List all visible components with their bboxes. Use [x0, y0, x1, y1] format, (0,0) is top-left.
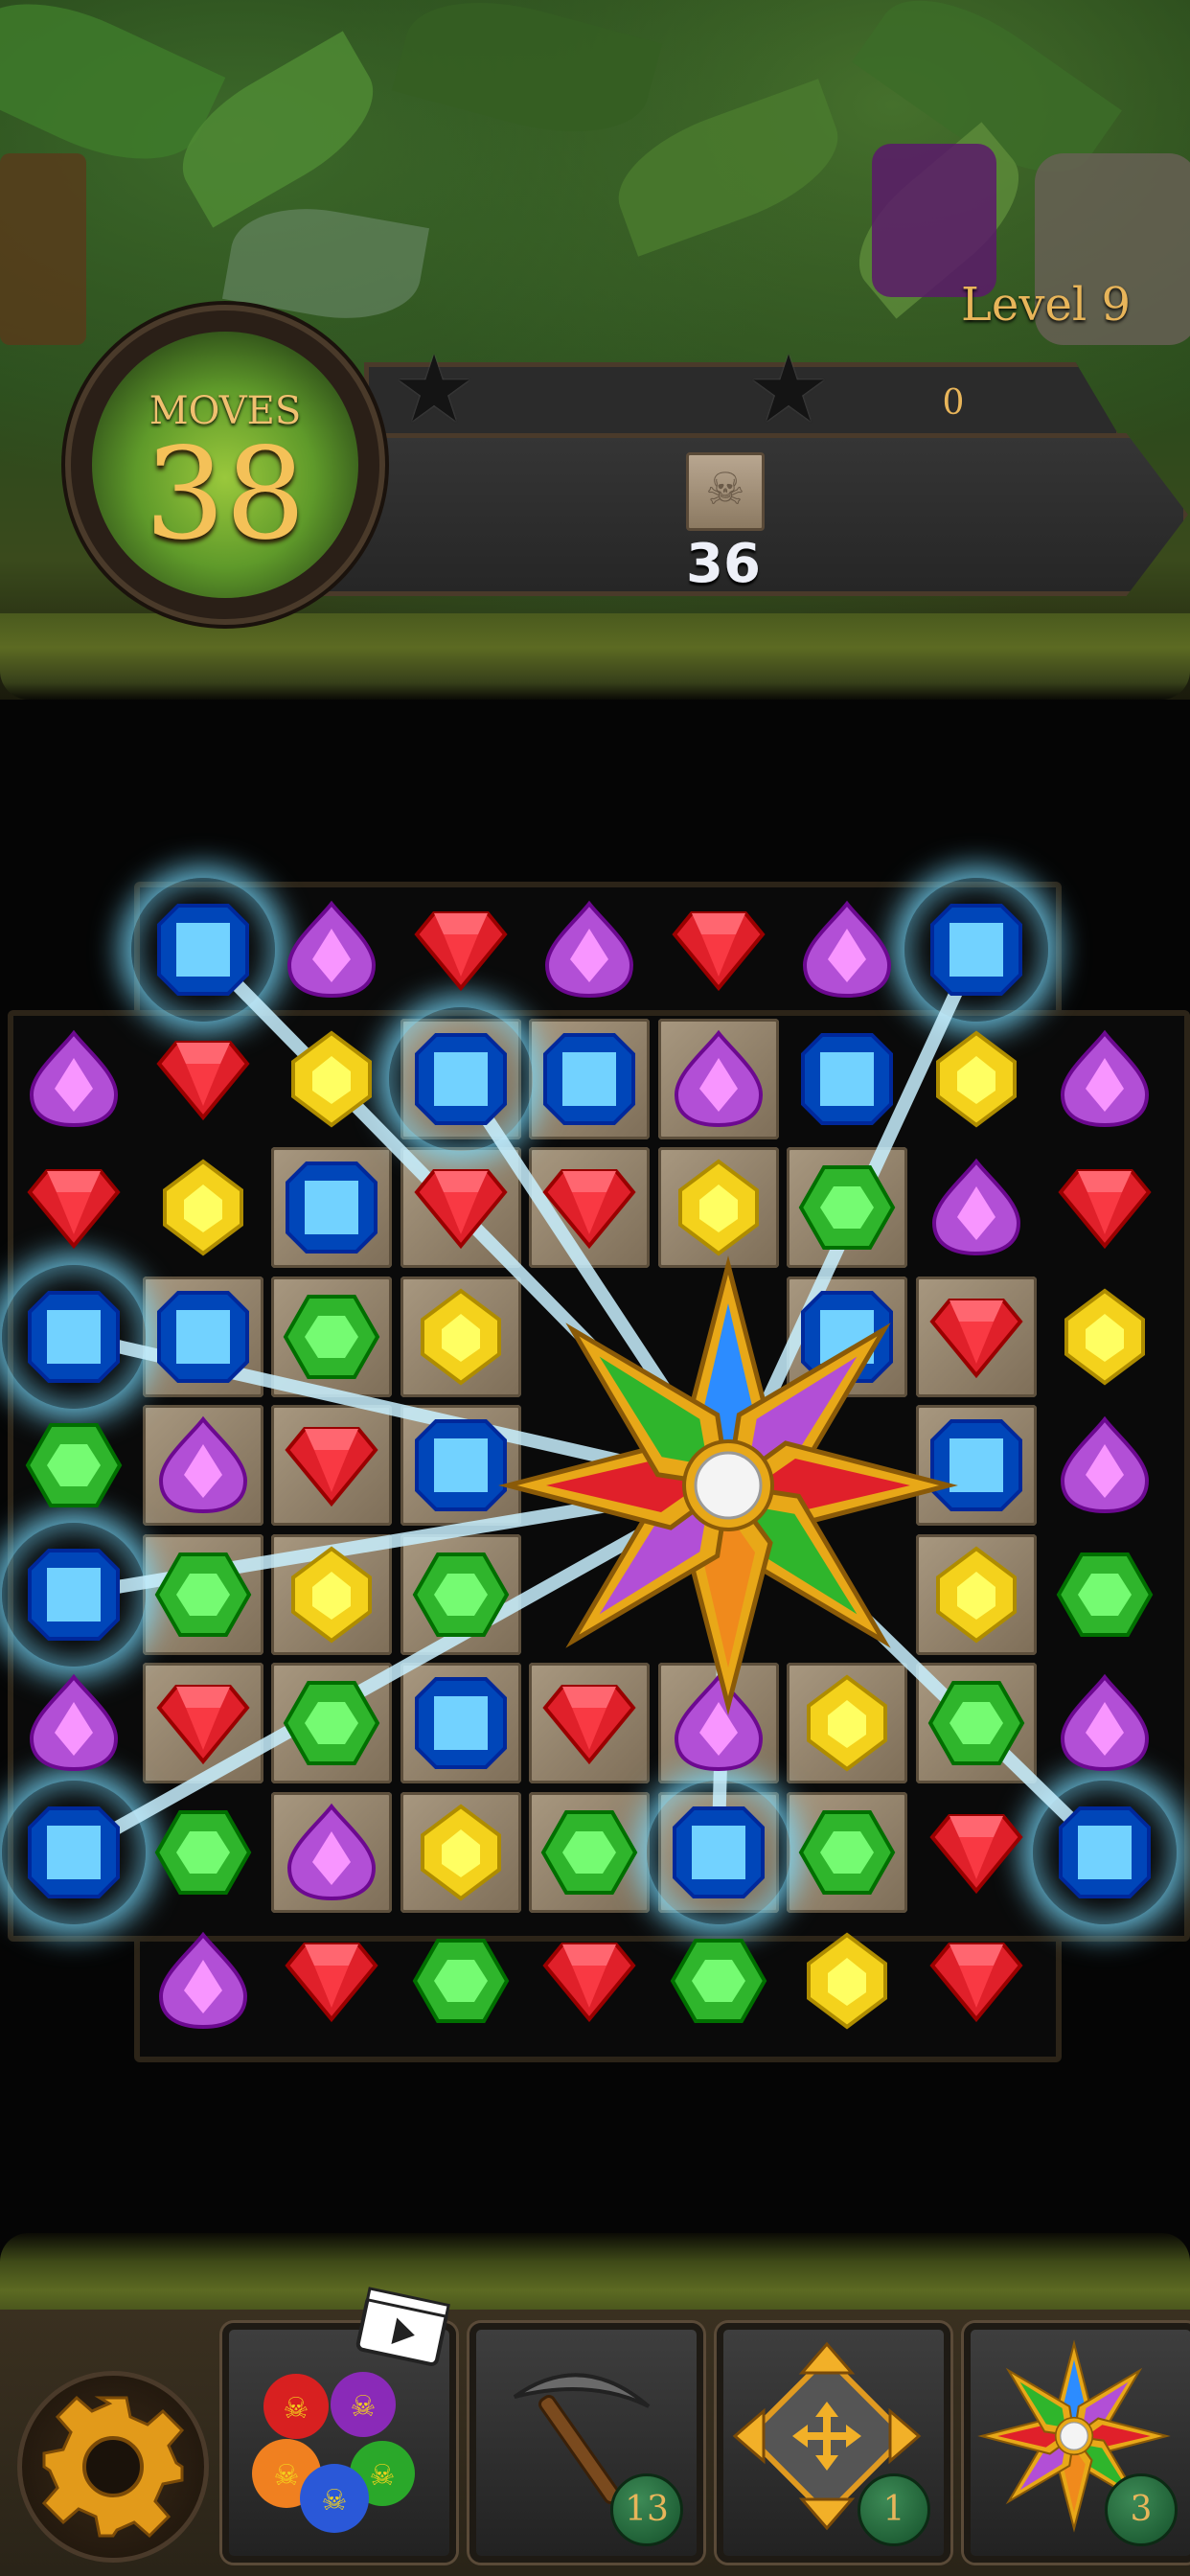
- green-gem[interactable]: [282, 1287, 381, 1387]
- yellow-gem[interactable]: [411, 1803, 511, 1902]
- blue-gem[interactable]: [1055, 1803, 1155, 1902]
- blue-gem[interactable]: [539, 1029, 639, 1129]
- pickaxe-count-badge: 13: [610, 2473, 683, 2546]
- green-gem[interactable]: [282, 1673, 381, 1773]
- star-bomb-count-badge: 3: [1105, 2473, 1178, 2546]
- red-gem[interactable]: [153, 1029, 253, 1129]
- red-gem[interactable]: [1055, 1158, 1155, 1257]
- green-gem[interactable]: [24, 1415, 124, 1515]
- shuffle-booster-button[interactable]: 1: [717, 2323, 950, 2563]
- blue-gem[interactable]: [797, 1029, 897, 1129]
- blue-gem[interactable]: [153, 1287, 253, 1387]
- gear-icon: [41, 2395, 185, 2539]
- purple-gem[interactable]: [797, 900, 897, 1000]
- svg-text:☠: ☠: [284, 2392, 309, 2426]
- green-gem[interactable]: [797, 1803, 897, 1902]
- blue-gem[interactable]: [24, 1287, 124, 1387]
- rainbow-star-bomb[interactable]: [479, 1236, 977, 1735]
- purple-gem[interactable]: [153, 1415, 253, 1515]
- green-gem[interactable]: [539, 1803, 639, 1902]
- yellow-gem[interactable]: [797, 1931, 897, 2031]
- yellow-gem[interactable]: [153, 1158, 253, 1257]
- green-gem[interactable]: [153, 1545, 253, 1644]
- pickaxe-booster-button[interactable]: 13: [469, 2323, 703, 2563]
- red-gem[interactable]: [927, 1931, 1026, 2031]
- green-gem[interactable]: [153, 1803, 253, 1902]
- red-gem[interactable]: [282, 1931, 381, 2031]
- purple-gem[interactable]: [1055, 1673, 1155, 1773]
- purple-gem[interactable]: [1055, 1415, 1155, 1515]
- yellow-gem[interactable]: [1055, 1287, 1155, 1387]
- red-gem[interactable]: [927, 1803, 1026, 1902]
- red-gem[interactable]: [669, 900, 768, 1000]
- shuffle-count-badge: 1: [858, 2473, 930, 2546]
- star-bomb-booster-button[interactable]: 3: [964, 2323, 1190, 2563]
- purple-gem[interactable]: [539, 900, 639, 1000]
- purple-gem[interactable]: [153, 1931, 253, 2031]
- purple-gem[interactable]: [24, 1029, 124, 1129]
- green-gem[interactable]: [1055, 1545, 1155, 1644]
- svg-text:☠: ☠: [351, 2390, 377, 2424]
- svg-text:☠: ☠: [322, 2484, 348, 2518]
- game-board[interactable]: [0, 0, 1190, 2576]
- yellow-gem[interactable]: [282, 1545, 381, 1644]
- red-gem[interactable]: [153, 1673, 253, 1773]
- red-gem[interactable]: [539, 1931, 639, 2031]
- blue-gem[interactable]: [24, 1803, 124, 1902]
- blue-gem[interactable]: [153, 900, 253, 1000]
- blue-gem[interactable]: [282, 1158, 381, 1257]
- red-gem[interactable]: [24, 1158, 124, 1257]
- yellow-gem[interactable]: [927, 1029, 1026, 1129]
- red-gem[interactable]: [411, 900, 511, 1000]
- settings-button[interactable]: [17, 2371, 209, 2563]
- green-gem[interactable]: [669, 1931, 768, 2031]
- blue-gem[interactable]: [669, 1803, 768, 1902]
- yellow-gem[interactable]: [282, 1029, 381, 1129]
- purple-gem[interactable]: [24, 1673, 124, 1773]
- purple-gem[interactable]: [282, 900, 381, 1000]
- blue-gem[interactable]: [24, 1545, 124, 1644]
- red-gem[interactable]: [282, 1415, 381, 1515]
- blue-gem[interactable]: [927, 900, 1026, 1000]
- blue-gem[interactable]: [411, 1029, 511, 1129]
- purple-gem[interactable]: [1055, 1029, 1155, 1129]
- svg-text:☠: ☠: [370, 2459, 396, 2493]
- purple-gem[interactable]: [282, 1803, 381, 1902]
- svg-text:☠: ☠: [274, 2459, 300, 2493]
- purple-gem[interactable]: [669, 1029, 768, 1129]
- green-gem[interactable]: [411, 1931, 511, 2031]
